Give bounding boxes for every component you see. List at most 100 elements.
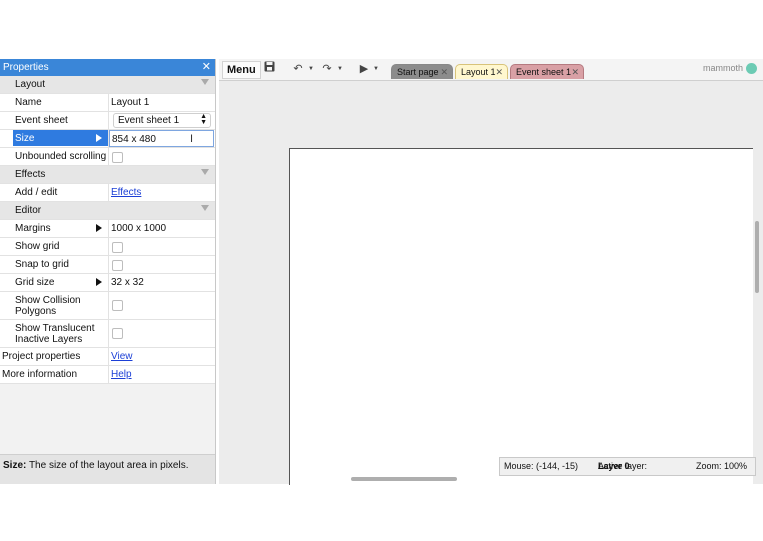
tab-layout-1[interactable]: Layout 1 ✕ xyxy=(455,64,508,79)
prop-row-show-collision-polygons: Show Collision Polygons xyxy=(0,292,215,320)
group-effects[interactable]: Effects xyxy=(0,166,215,184)
description-text: The size of the layout area in pixels. xyxy=(26,460,189,471)
checkbox-cell xyxy=(108,256,215,273)
label-line: Show Translucent xyxy=(15,323,95,334)
vertical-scrollbar[interactable] xyxy=(755,221,759,293)
prop-label: Project properties xyxy=(2,351,81,362)
checkbox-cell xyxy=(108,148,215,165)
group-layout[interactable]: Layout xyxy=(0,76,215,94)
checkbox-cell xyxy=(108,292,215,319)
show-translucent-inactive-layers-checkbox[interactable] xyxy=(112,328,123,339)
prop-row-snap-to-grid: Snap to grid xyxy=(0,256,215,274)
group-editor[interactable]: Editor xyxy=(0,202,215,220)
prop-label: Margins xyxy=(15,223,51,234)
tab-close-icon[interactable]: ✕ xyxy=(571,65,579,80)
properties-title: Properties xyxy=(3,62,49,73)
property-description: Size: The size of the layout area in pix… xyxy=(0,454,215,484)
app-window: Properties ✕ Layout Name Layout 1 Event … xyxy=(0,59,763,485)
effects-cell: Effects xyxy=(108,184,215,201)
prop-label: Grid size xyxy=(15,277,55,288)
prop-label: Size xyxy=(13,130,108,146)
prop-row-margins: Margins 1000 x 1000 xyxy=(0,220,215,238)
redo-icon[interactable]: ↷ xyxy=(318,61,336,77)
prop-label: Event sheet xyxy=(15,115,68,126)
prop-row-event-sheet: Event sheet Event sheet 1 ▲ ▼ xyxy=(0,112,215,130)
layout-canvas[interactable] xyxy=(289,148,753,485)
prop-label: More information xyxy=(2,369,78,380)
view-link[interactable]: View xyxy=(111,351,133,362)
zoom-level: Zoom: 100% xyxy=(696,461,748,471)
expand-triangle-icon[interactable] xyxy=(96,224,102,232)
properties-title-bar: Properties ✕ xyxy=(0,59,215,76)
tab-label: Event sheet 1 xyxy=(516,67,572,77)
event-sheet-selected: Event sheet 1 xyxy=(118,115,180,126)
show-collision-polygons-checkbox[interactable] xyxy=(112,300,123,311)
unbounded-scrolling-checkbox[interactable] xyxy=(112,152,123,163)
tab-event-sheet-1[interactable]: Event sheet 1 ✕ xyxy=(510,64,584,79)
active-layer: Active layer: Layer 0 xyxy=(598,458,647,475)
prop-label: Add / edit xyxy=(15,187,58,198)
horizontal-scrollbar[interactable] xyxy=(351,477,457,481)
label-line: Polygons xyxy=(15,306,57,317)
name-value[interactable]: Layout 1 xyxy=(108,94,215,111)
show-grid-checkbox[interactable] xyxy=(112,242,123,253)
view-cell: View xyxy=(108,348,215,365)
event-sheet-select[interactable]: Event sheet 1 ▲ ▼ xyxy=(113,113,211,128)
group-label: Effects xyxy=(15,169,46,180)
prop-row-show-grid: Show grid xyxy=(0,238,215,256)
prop-label: Name xyxy=(15,97,42,108)
brand-name: mammoth xyxy=(702,63,743,73)
snap-to-grid-checkbox[interactable] xyxy=(112,260,123,271)
prop-row-size[interactable]: Size 854 x 480 I xyxy=(0,130,215,148)
prop-row-more-information: More information Help xyxy=(0,366,215,384)
undo-dropdown-icon[interactable]: ▼ xyxy=(308,62,314,76)
effects-link[interactable]: Effects xyxy=(111,187,141,198)
text-cursor-icon: I xyxy=(189,133,193,145)
save-icon[interactable] xyxy=(260,61,278,77)
properties-panel: Properties ✕ Layout Name Layout 1 Event … xyxy=(0,59,216,484)
tab-label: Start page xyxy=(397,67,439,77)
active-layer-label: Active layer: xyxy=(598,461,648,471)
grid-size-value[interactable]: 32 x 32 xyxy=(108,274,215,291)
prop-row-name: Name Layout 1 xyxy=(0,94,215,112)
close-icon[interactable]: ✕ xyxy=(202,59,211,76)
event-sheet-cell: Event sheet 1 ▲ ▼ xyxy=(108,112,215,129)
expand-triangle-icon[interactable] xyxy=(96,278,102,286)
prop-label: Show Translucent Inactive Layers xyxy=(15,323,95,345)
prop-label: Snap to grid xyxy=(15,259,69,270)
prop-label: Show grid xyxy=(15,241,60,252)
checkbox-cell xyxy=(108,238,215,255)
mammoth-logo-icon xyxy=(746,63,757,75)
help-link[interactable]: Help xyxy=(111,369,132,380)
play-dropdown-icon[interactable]: ▼ xyxy=(373,62,379,76)
label-line: Inactive Layers xyxy=(15,334,83,345)
layout-view[interactable]: Mouse: (-144, -15) Active layer: Layer 0… xyxy=(219,81,763,485)
checkbox-cell xyxy=(108,320,215,347)
collapse-arrow-icon[interactable] xyxy=(201,169,209,175)
collapse-arrow-icon[interactable] xyxy=(201,79,209,85)
redo-dropdown-icon[interactable]: ▼ xyxy=(337,62,343,76)
label-line: Show Collision xyxy=(15,295,81,306)
description-title: Size: xyxy=(3,460,27,471)
tab-close-icon[interactable]: ✕ xyxy=(440,65,448,80)
size-input-value: 854 x 480 xyxy=(112,134,156,145)
undo-icon[interactable]: ↶ xyxy=(289,61,307,77)
help-cell: Help xyxy=(108,366,215,383)
prop-row-show-translucent-inactive-layers: Show Translucent Inactive Layers xyxy=(0,320,215,348)
prop-row-add-edit: Add / edit Effects xyxy=(0,184,215,202)
size-cell: 854 x 480 I xyxy=(108,130,215,147)
tab-start-page[interactable]: Start page ✕ xyxy=(391,64,453,79)
tab-close-icon[interactable]: ✕ xyxy=(495,65,503,80)
margins-value[interactable]: 1000 x 1000 xyxy=(108,220,215,237)
expand-triangle-icon[interactable] xyxy=(96,134,102,142)
tab-label: Layout 1 xyxy=(461,67,496,77)
play-icon[interactable]: ▶ xyxy=(355,61,373,77)
size-input[interactable]: 854 x 480 xyxy=(109,130,214,147)
menu-button[interactable]: Menu xyxy=(222,61,261,79)
mouse-position: Mouse: (-144, -15) xyxy=(504,461,579,471)
status-bar: Mouse: (-144, -15) Active layer: Layer 0… xyxy=(499,457,756,476)
prop-row-unbounded-scrolling: Unbounded scrolling xyxy=(0,148,215,166)
collapse-arrow-icon[interactable] xyxy=(201,205,209,211)
prop-label: Show Collision Polygons xyxy=(15,295,81,317)
select-arrows-icon: ▲ ▼ xyxy=(200,113,207,126)
